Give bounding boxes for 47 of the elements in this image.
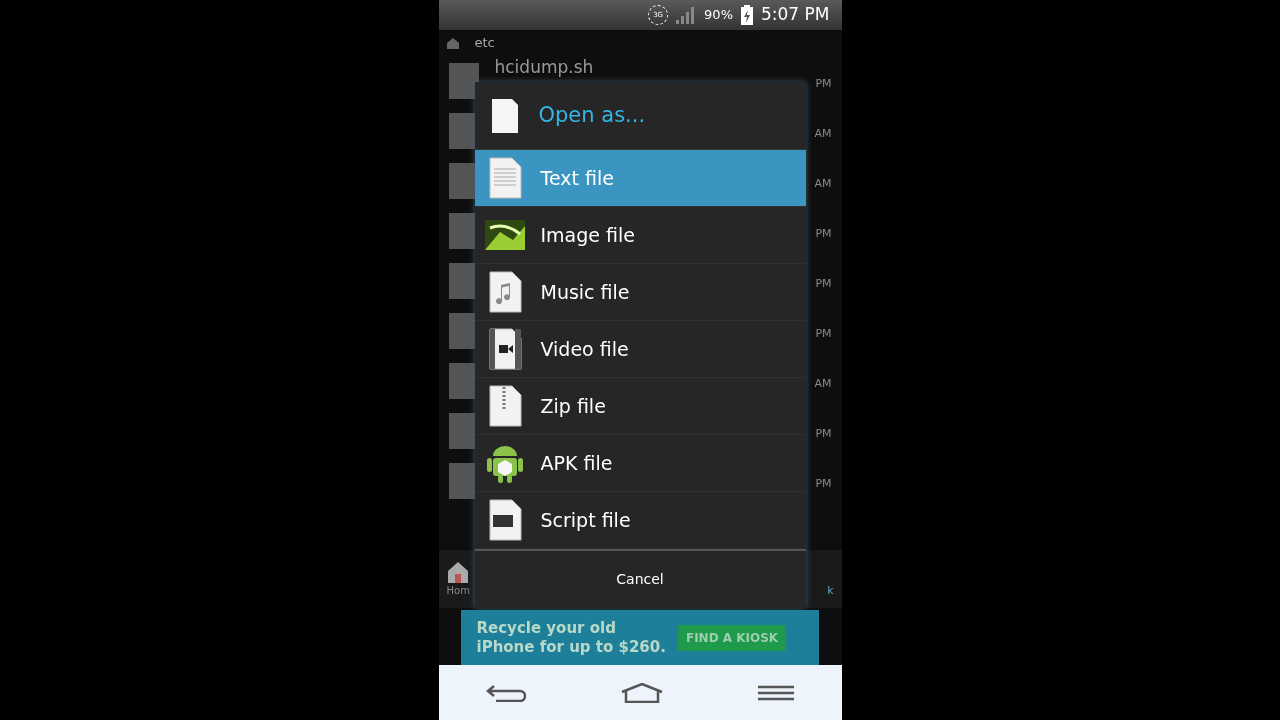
dialog-title: Open as... (538, 101, 646, 129)
file-time: PM (815, 426, 832, 442)
video-file-icon (487, 328, 522, 370)
file-time: PM (815, 326, 832, 342)
battery-percent: 90% (704, 6, 733, 25)
option-label: Image file (540, 222, 635, 248)
file-time: PM (815, 476, 832, 492)
file-time: PM (815, 226, 832, 242)
cancel-button[interactable]: Cancel (592, 561, 688, 598)
home-icon[interactable] (620, 682, 664, 703)
home-icon (446, 37, 459, 49)
zip-file-icon (487, 385, 522, 427)
dialog-option[interactable]: Zip file (474, 378, 806, 435)
dialog-option[interactable]: Script file (474, 492, 806, 549)
script-file-icon (487, 499, 522, 541)
file-time: AM (814, 176, 832, 192)
file-name[interactable]: hcidump.sh (494, 57, 594, 77)
file-time: AM (814, 126, 832, 142)
battery-charging-icon (741, 5, 753, 25)
file-icon (490, 97, 519, 134)
option-label: APK file (540, 450, 613, 476)
dialog-option[interactable]: APK file (474, 435, 806, 492)
home-icon (447, 560, 470, 583)
ad-headline: iPhone for up to $260. (476, 637, 666, 657)
file-thumbnail (448, 63, 479, 99)
music-file-icon (487, 271, 522, 313)
image-file-icon (484, 220, 525, 250)
clock: 5:07 PM (761, 3, 830, 27)
file-time: PM (815, 76, 832, 92)
option-label: Script file (540, 507, 631, 533)
breadcrumb[interactable]: etc (474, 33, 495, 53)
back-icon[interactable] (485, 683, 526, 702)
text-file-icon (487, 157, 522, 199)
ad-headline: Recycle your old (476, 618, 617, 638)
option-label: Video file (540, 336, 629, 362)
home-tab-label[interactable]: Hom (446, 582, 470, 598)
dialog-option[interactable]: Image file (474, 207, 806, 264)
dialog-option[interactable]: Music file (474, 264, 806, 321)
option-label: Music file (540, 279, 630, 305)
signal-icon (676, 6, 697, 24)
dialog-option[interactable]: Video file (474, 321, 806, 378)
file-time: PM (815, 276, 832, 292)
file-time: AM (814, 376, 832, 392)
option-label: Text file (540, 165, 614, 191)
option-label: Zip file (540, 393, 606, 419)
menu-icon[interactable] (758, 684, 795, 701)
tab-label[interactable]: k (827, 582, 834, 600)
